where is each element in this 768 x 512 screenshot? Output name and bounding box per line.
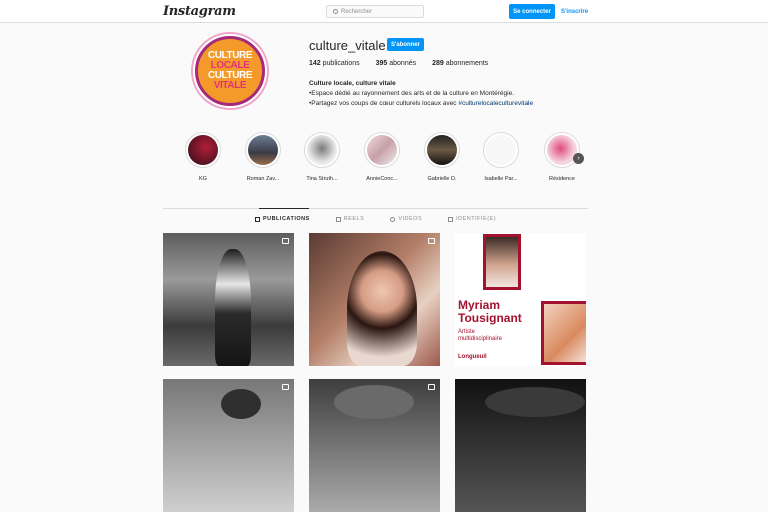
highlight-image: [188, 135, 218, 165]
chevron-right-icon[interactable]: ›: [573, 153, 584, 164]
highlight-label: AnnieConc...: [366, 176, 398, 182]
stat-following[interactable]: 289 abonnements: [432, 60, 488, 67]
carousel-icon: [428, 238, 435, 244]
search-icon: [333, 9, 338, 14]
post-artwork: [541, 301, 586, 365]
post-object: [485, 387, 585, 417]
profile-bio: Culture locale, culture vitale •Espace d…: [309, 79, 533, 109]
highlight-image: [486, 135, 516, 165]
highlight-label: Tina Struth...: [306, 176, 338, 182]
bio-line-1: •Espace dédié au rayonnement des arts et…: [309, 90, 514, 97]
post-artist-city: Longueuil: [458, 354, 487, 360]
login-button[interactable]: Se connecter: [509, 4, 555, 19]
highlight-label: Résidence: [549, 176, 575, 182]
post-portrait: [483, 234, 521, 290]
post-figure: [215, 249, 251, 366]
highlight-label: Gabrielle D.: [427, 176, 457, 182]
stat-followers[interactable]: 395 abonnés: [376, 60, 417, 67]
post-artist-name: Myriam Tousignant: [458, 298, 522, 325]
highlight-image: [427, 135, 457, 165]
tag-icon: [448, 216, 454, 222]
bio-name: Culture locale, culture vitale: [309, 80, 396, 87]
tab-videos[interactable]: VIDÉOS: [390, 216, 422, 222]
highlight-image: [248, 135, 278, 165]
search-placeholder: Rechercher: [341, 8, 373, 15]
post-sculpture: [334, 385, 414, 419]
stat-posts: 142 publications: [309, 60, 360, 67]
highlight-label: Isabelle Par...: [484, 176, 518, 182]
tab-reels[interactable]: REELS: [335, 216, 365, 222]
search-input[interactable]: Rechercher: [326, 5, 424, 18]
bio-line-2: •Partagez vos coups de cœur culturels lo…: [309, 100, 534, 107]
video-icon: [390, 216, 396, 222]
reels-icon: [335, 216, 341, 222]
post-thumbnail[interactable]: [163, 233, 294, 366]
carousel-icon: [282, 384, 289, 390]
section-divider: [163, 208, 588, 209]
post-artist-role: Artiste multidisciplinaire: [458, 329, 503, 342]
post-sculpture: [221, 389, 261, 419]
avatar-text-4: VITALE: [213, 80, 247, 91]
follow-button[interactable]: S'abonner: [387, 38, 424, 51]
profile-avatar[interactable]: CULTURE LOCALE CULTURE VITALE: [193, 34, 267, 108]
profile-username: culture_vitale: [309, 38, 386, 53]
profile-tabs: PUBLICATIONS REELS VIDÉOS IDENTIFIÉ(E): [163, 216, 588, 222]
story-highlights: KG Roman Zav... Tina Struth... AnnieConc…: [178, 132, 598, 192]
tab-tagged[interactable]: IDENTIFIÉ(E): [448, 216, 496, 222]
post-thumbnail[interactable]: Myriam Tousignant Artiste multidisciplin…: [455, 233, 586, 366]
highlight-item[interactable]: KG: [178, 132, 228, 182]
top-bar: Instagram Rechercher Se connecter S'insc…: [0, 0, 768, 23]
active-tab-indicator: [259, 208, 309, 209]
highlight-item[interactable]: Gabrielle D.: [417, 132, 467, 182]
profile-stats: 142 publications 395 abonnés 289 abonnem…: [309, 60, 488, 67]
highlight-item[interactable]: Roman Zav...: [238, 132, 288, 182]
post-thumbnail[interactable]: [163, 379, 294, 512]
avatar-logo: CULTURE LOCALE CULTURE VITALE: [195, 36, 265, 106]
carousel-icon: [282, 238, 289, 244]
highlight-label: KG: [199, 176, 207, 182]
highlight-item[interactable]: AnnieConc...: [357, 132, 407, 182]
highlight-label: Roman Zav...: [246, 176, 280, 182]
post-figure: [347, 251, 417, 366]
post-thumbnail[interactable]: [309, 379, 440, 512]
hashtag-link[interactable]: #culturelocaleculturevitale: [458, 100, 533, 107]
carousel-icon: [428, 384, 435, 390]
highlight-item[interactable]: Isabelle Par...: [476, 132, 526, 182]
grid-icon: [254, 216, 260, 222]
highlight-image: [367, 135, 397, 165]
tab-publications[interactable]: PUBLICATIONS: [254, 216, 310, 222]
signup-link[interactable]: S'inscrire: [561, 4, 588, 19]
post-thumbnail[interactable]: [455, 379, 586, 512]
post-thumbnail[interactable]: [309, 233, 440, 366]
highlight-item[interactable]: Tina Struth...: [297, 132, 347, 182]
instagram-logo[interactable]: Instagram: [163, 4, 236, 19]
highlight-image: [307, 135, 337, 165]
